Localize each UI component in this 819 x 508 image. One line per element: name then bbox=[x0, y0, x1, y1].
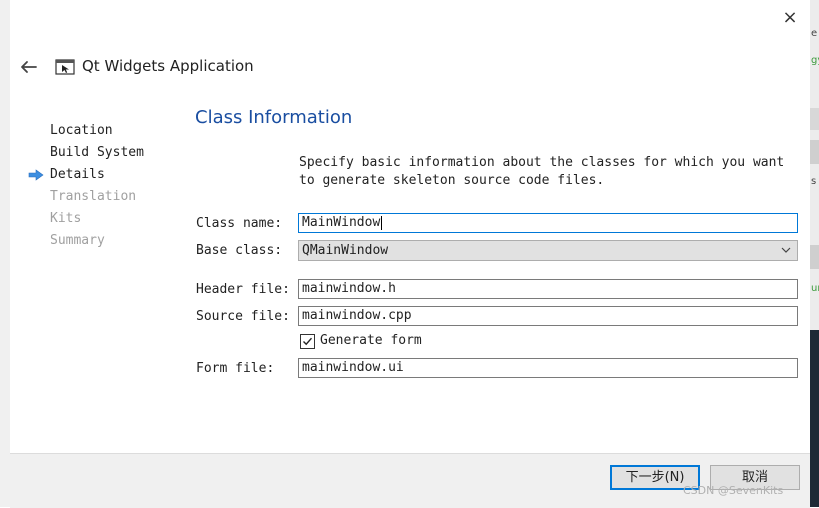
nav-step-label: Details bbox=[50, 167, 105, 182]
background-text-fragment: ur bbox=[811, 283, 819, 294]
checkmark-icon bbox=[303, 337, 313, 346]
background-text-fragment: s bbox=[811, 176, 817, 187]
nav-step-translation: Translation bbox=[50, 189, 137, 204]
header-file-value: mainwindow.h bbox=[302, 281, 396, 296]
form-file-value: mainwindow.ui bbox=[302, 360, 404, 375]
nav-step-build-system: Build System bbox=[50, 145, 144, 160]
source-file-input[interactable]: mainwindow.cpp bbox=[298, 306, 798, 326]
back-button[interactable] bbox=[18, 56, 40, 78]
generate-form-label[interactable]: Generate form bbox=[320, 332, 422, 350]
class-name-value: MainWindow bbox=[302, 215, 381, 230]
base-class-value: QMainWindow bbox=[302, 243, 389, 258]
background-panel bbox=[810, 245, 819, 269]
background-text-fragment: gy bbox=[811, 55, 819, 66]
chevron-down-icon bbox=[781, 247, 791, 253]
header-file-input[interactable]: mainwindow.h bbox=[298, 279, 798, 299]
background-panel bbox=[810, 108, 819, 130]
background-window-right-edge: e gy s ur bbox=[810, 0, 819, 507]
generate-form-checkbox[interactable] bbox=[300, 334, 315, 349]
wizard-title: Qt Widgets Application bbox=[82, 57, 254, 75]
source-file-label: Source file: bbox=[196, 309, 290, 324]
header-file-label: Header file: bbox=[196, 282, 290, 297]
nav-step-summary: Summary bbox=[50, 233, 105, 248]
background-window-left-edge bbox=[0, 0, 10, 507]
class-name-input[interactable]: MainWindow bbox=[298, 213, 798, 233]
close-icon: × bbox=[782, 7, 798, 28]
wizard-steps-nav: Location Build System Details Translatio… bbox=[28, 120, 144, 252]
current-step-arrow-icon bbox=[28, 169, 44, 181]
page-description: Specify basic information about the clas… bbox=[299, 155, 785, 188]
nav-step-kits: Kits bbox=[50, 211, 82, 226]
source-file-value: mainwindow.cpp bbox=[302, 308, 412, 323]
form-file-label: Form file: bbox=[196, 361, 275, 376]
page-title: Class Information bbox=[195, 107, 353, 128]
background-text-fragment: e bbox=[811, 28, 818, 39]
background-panel bbox=[810, 140, 819, 164]
qt-widgets-app-icon bbox=[55, 59, 75, 75]
base-class-label: Base class: bbox=[196, 243, 283, 258]
dialog-button-bar: 下一步(N) 取消 bbox=[10, 453, 810, 508]
base-class-combobox[interactable]: QMainWindow bbox=[298, 240, 798, 261]
new-project-wizard-dialog: × Qt Widgets Application Location Build … bbox=[10, 0, 810, 508]
nav-step-location: Location bbox=[50, 123, 113, 138]
class-name-label: Class name: bbox=[196, 216, 283, 231]
form-file-input[interactable]: mainwindow.ui bbox=[298, 358, 798, 378]
background-dark-panel bbox=[810, 330, 819, 507]
close-button[interactable]: × bbox=[780, 8, 800, 28]
nav-step-details: Details bbox=[28, 164, 144, 186]
back-arrow-icon bbox=[21, 61, 37, 73]
text-caret bbox=[381, 215, 383, 230]
watermark-text: CSDN @SevenKits bbox=[683, 484, 784, 497]
